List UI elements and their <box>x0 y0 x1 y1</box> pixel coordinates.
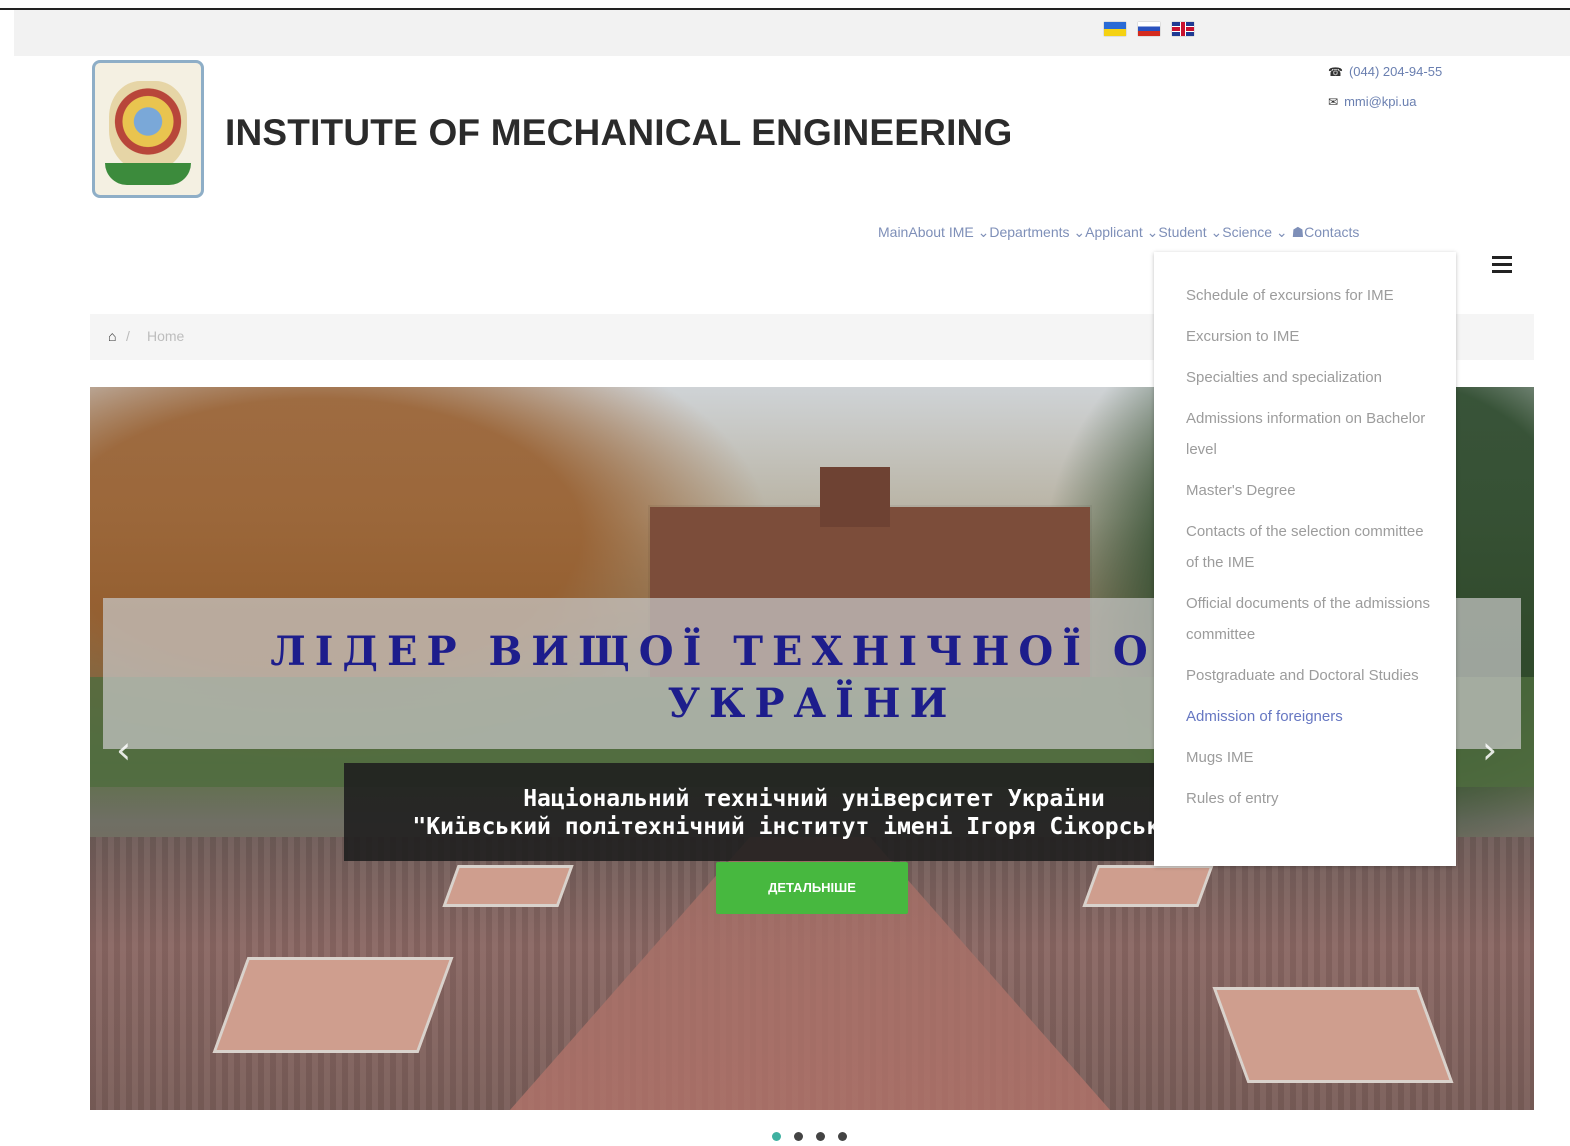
contacts-icon: ☗ <box>1291 224 1305 240</box>
nav-contacts[interactable]: Contacts <box>1304 224 1359 240</box>
dropdown-item-bachelor[interactable]: Admissions information on Bachelor level <box>1186 403 1436 465</box>
email-contact[interactable]: ✉ mmi@kpi.ua <box>1328 94 1417 109</box>
dropdown-item-selection-committee[interactable]: Contacts of the selection committee of t… <box>1186 516 1436 578</box>
hero-subtitle-line2: "Київський політехнічний інститут імені … <box>412 814 1216 840</box>
nav-student[interactable]: Student ⌄ <box>1158 224 1222 240</box>
hero-star-tile <box>442 865 574 907</box>
main-nav: MainAbout IME ⌄Departments ⌄Applicant ⌄S… <box>878 224 1359 241</box>
logo-shield <box>109 81 187 171</box>
nav-applicant[interactable]: Applicant ⌄ <box>1085 224 1158 240</box>
email-address[interactable]: mmi@kpi.ua <box>1344 94 1416 109</box>
phone-contact[interactable]: ☎ (044) 204-94-55 <box>1328 64 1442 79</box>
hamburger-menu-icon[interactable] <box>1492 256 1512 274</box>
hero-star-tile <box>212 957 454 1053</box>
en-flag-icon[interactable] <box>1172 22 1194 36</box>
nav-about[interactable]: About IME ⌄ <box>908 224 989 240</box>
slider-dots <box>772 1128 860 1141</box>
breadcrumb-separator: / <box>126 328 130 344</box>
hero-star-tile <box>1082 865 1214 907</box>
dropdown-item-excursion[interactable]: Excursion to IME <box>1186 321 1436 352</box>
dropdown-item-masters[interactable]: Master's Degree <box>1186 475 1436 506</box>
breadcrumb-home[interactable]: Home <box>147 328 184 344</box>
ru-flag-icon[interactable] <box>1138 22 1160 36</box>
language-bar <box>14 10 1570 56</box>
phone-number[interactable]: (044) 204-94-55 <box>1349 64 1442 79</box>
nav-main[interactable]: Main <box>878 224 908 240</box>
institute-logo[interactable] <box>92 60 204 198</box>
dropdown-item-mugs[interactable]: Mugs IME <box>1186 742 1436 773</box>
envelope-icon: ✉ <box>1328 95 1339 109</box>
nav-science[interactable]: Science ⌄ <box>1222 224 1287 240</box>
dropdown-item-schedule[interactable]: Schedule of excursions for IME <box>1186 280 1436 311</box>
phone-icon: ☎ <box>1328 65 1343 79</box>
more-details-button[interactable]: ДЕТАЛЬНІШЕ <box>716 862 908 914</box>
top-rule <box>0 0 1570 10</box>
nav-departments[interactable]: Departments ⌄ <box>989 224 1085 240</box>
home-icon[interactable]: ⌂ <box>108 328 116 344</box>
hero-star-tile <box>1212 987 1454 1083</box>
hero-subtitle: Національний технічний університет Украї… <box>344 763 1284 861</box>
ua-flag-icon[interactable] <box>1104 22 1126 36</box>
dropdown-item-specialties[interactable]: Specialties and specialization <box>1186 362 1436 393</box>
slider-next-arrow-icon[interactable]: › <box>1482 728 1497 772</box>
slider-prev-arrow-icon[interactable]: ‹ <box>116 728 131 772</box>
dropdown-item-rules[interactable]: Rules of entry <box>1186 783 1436 814</box>
dropdown-item-postgraduate[interactable]: Postgraduate and Doctoral Studies <box>1186 660 1436 691</box>
dropdown-item-official-documents[interactable]: Official documents of the admissions com… <box>1186 588 1436 650</box>
hero-subtitle-line1: Національний технічний університет Украї… <box>523 786 1105 812</box>
logo-wreath <box>105 163 191 185</box>
dropdown-item-foreigners[interactable]: Admission of foreigners <box>1186 701 1436 732</box>
applicant-dropdown-menu: Schedule of excursions for IME Excursion… <box>1154 252 1456 866</box>
site-title: INSTITUTE OF MECHANICAL ENGINEERING <box>225 112 1013 153</box>
